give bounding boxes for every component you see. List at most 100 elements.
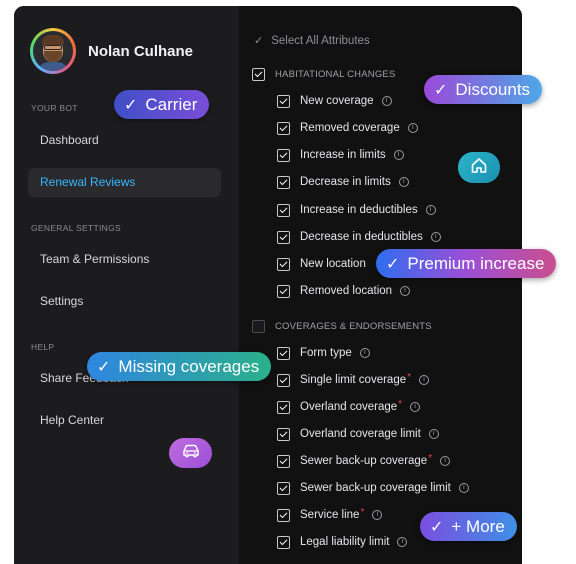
attribute-row[interactable]: New location bbox=[277, 255, 366, 273]
info-icon[interactable]: i bbox=[425, 205, 436, 215]
attribute-row[interactable]: New coverage i bbox=[277, 92, 392, 110]
attribute-row[interactable]: Sewer back-up coverage limit i bbox=[277, 479, 469, 497]
attribute-row[interactable]: Decrease in deductibles i bbox=[277, 228, 441, 246]
profile-name: Nolan Culhane bbox=[88, 42, 194, 60]
check-icon: ✓ bbox=[430, 518, 444, 536]
attribute-checkbox[interactable] bbox=[277, 121, 290, 135]
attribute-label: Sewer back-up coverage bbox=[300, 455, 428, 467]
info-icon[interactable]: i bbox=[393, 150, 404, 160]
sidebar-item-settings[interactable]: Settings bbox=[28, 287, 221, 316]
check-icon: ✓ bbox=[434, 81, 448, 99]
pill-label: Carrier bbox=[145, 94, 198, 114]
check-icon: ✓ bbox=[386, 255, 400, 273]
attribute-row[interactable]: Single limit coverage * i bbox=[277, 371, 430, 389]
attribute-label: Decrease in deductibles bbox=[300, 231, 423, 243]
info-icon[interactable]: i bbox=[440, 456, 451, 466]
attribute-label: Increase in limits bbox=[300, 149, 386, 161]
attribute-label: Decrease in limits bbox=[300, 176, 391, 188]
attribute-row[interactable]: Overland coverage limit i bbox=[277, 425, 439, 443]
attribute-checkbox[interactable] bbox=[277, 508, 290, 522]
check-icon: ✓ bbox=[254, 35, 264, 47]
sidebar-item-help-center[interactable]: Help Center bbox=[28, 406, 221, 435]
attribute-checkbox[interactable] bbox=[277, 427, 290, 441]
select-all-button[interactable]: ✓ Select All Attributes bbox=[254, 34, 370, 48]
select-all-label: Select All Attributes bbox=[271, 34, 370, 47]
attribute-row[interactable]: Removed location i bbox=[277, 282, 411, 300]
user-profile[interactable]: Nolan Culhane bbox=[30, 28, 193, 74]
attribute-label: Removed location bbox=[300, 285, 393, 297]
attribute-row[interactable]: Increase in limits i bbox=[277, 146, 404, 164]
carrier-pill: ✓ Carrier bbox=[114, 90, 210, 119]
info-icon[interactable]: i bbox=[458, 483, 469, 493]
home-icon bbox=[470, 157, 488, 179]
attribute-checkbox[interactable] bbox=[277, 230, 290, 244]
pill-label: Discounts bbox=[455, 79, 531, 99]
attribute-row[interactable]: Service line * i bbox=[277, 506, 383, 524]
home-button[interactable] bbox=[458, 152, 500, 183]
info-icon[interactable]: i bbox=[419, 375, 430, 385]
info-icon[interactable]: i bbox=[398, 177, 409, 187]
attribute-row[interactable]: Increase in deductibles i bbox=[277, 201, 436, 219]
group-checkbox[interactable] bbox=[252, 319, 265, 333]
group-checkbox[interactable] bbox=[252, 67, 265, 81]
attribute-checkbox[interactable] bbox=[277, 203, 290, 217]
attribute-checkbox[interactable] bbox=[277, 346, 290, 360]
attribute-label: Overland coverage bbox=[300, 401, 398, 413]
attribute-checkbox[interactable] bbox=[277, 175, 290, 189]
attribute-label: Overland coverage limit bbox=[300, 428, 421, 440]
pill-label: Premium increase bbox=[407, 253, 545, 273]
attribute-row[interactable]: Decrease in limits i bbox=[277, 173, 409, 191]
attribute-row[interactable]: Removed coverage i bbox=[277, 119, 418, 137]
required-marker: * bbox=[360, 506, 365, 518]
attribute-checkbox[interactable] bbox=[277, 481, 290, 495]
info-icon[interactable]: i bbox=[397, 537, 408, 547]
car-icon bbox=[181, 444, 201, 463]
attribute-row[interactable]: Form type i bbox=[277, 344, 370, 362]
attribute-label: Legal liability limit bbox=[300, 536, 390, 548]
sidebar-item-team-permissions[interactable]: Team & Permissions bbox=[28, 245, 221, 274]
attribute-label: Single limit coverage bbox=[300, 374, 407, 386]
section-label-general-settings: GENERAL SETTINGS bbox=[31, 223, 121, 233]
attribute-row[interactable]: Overland coverage * i bbox=[277, 398, 421, 416]
attribute-checkbox[interactable] bbox=[277, 454, 290, 468]
required-marker: * bbox=[398, 398, 403, 410]
section-label-help: HELP bbox=[31, 342, 55, 352]
sidebar-item-renewal-reviews[interactable]: Renewal Reviews bbox=[28, 168, 221, 197]
info-icon[interactable]: i bbox=[381, 96, 392, 106]
required-marker: * bbox=[407, 371, 412, 383]
attribute-label: Form type bbox=[300, 347, 352, 359]
more-pill[interactable]: ✓ + More bbox=[420, 512, 517, 541]
info-icon[interactable]: i bbox=[407, 123, 418, 133]
info-icon[interactable]: i bbox=[410, 402, 421, 412]
attribute-checkbox[interactable] bbox=[277, 373, 290, 387]
info-icon[interactable]: i bbox=[400, 286, 411, 296]
attribute-label: New location bbox=[300, 258, 366, 270]
group-label: COVERAGES & ENDORSEMENTS bbox=[275, 320, 432, 332]
sidebar-item-dashboard[interactable]: Dashboard bbox=[28, 126, 221, 155]
attribute-label: Sewer back-up coverage limit bbox=[300, 482, 451, 494]
attribute-checkbox[interactable] bbox=[277, 284, 290, 298]
attribute-row[interactable]: Sewer back-up coverage * i bbox=[277, 452, 451, 470]
info-icon[interactable]: i bbox=[359, 348, 370, 358]
group-habitational-changes[interactable]: HABITATIONAL CHANGES bbox=[252, 65, 395, 83]
group-coverages-endorsements[interactable]: COVERAGES & ENDORSEMENTS bbox=[252, 317, 432, 335]
avatar bbox=[30, 28, 76, 74]
attribute-row[interactable]: Legal liability limit i bbox=[277, 533, 408, 551]
info-icon[interactable]: i bbox=[372, 510, 383, 520]
info-icon[interactable]: i bbox=[428, 429, 439, 439]
group-label: HABITATIONAL CHANGES bbox=[275, 68, 396, 80]
attribute-checkbox[interactable] bbox=[277, 94, 290, 108]
info-icon[interactable]: i bbox=[430, 232, 441, 242]
missing-coverages-pill: ✓ Missing coverages bbox=[87, 352, 272, 381]
attribute-label: Removed coverage bbox=[300, 122, 400, 134]
car-button[interactable] bbox=[169, 438, 212, 468]
attribute-checkbox[interactable] bbox=[277, 400, 290, 414]
section-label-your-bot: YOUR BOT bbox=[31, 103, 78, 113]
required-marker: * bbox=[428, 452, 433, 464]
attribute-checkbox[interactable] bbox=[277, 535, 290, 549]
attribute-checkbox[interactable] bbox=[277, 148, 290, 162]
attribute-checkbox[interactable] bbox=[277, 257, 290, 271]
attribute-label: Service line bbox=[300, 509, 360, 521]
premium-increase-pill: ✓ Premium increase bbox=[376, 249, 557, 278]
discounts-pill: ✓ Discounts bbox=[424, 75, 543, 104]
